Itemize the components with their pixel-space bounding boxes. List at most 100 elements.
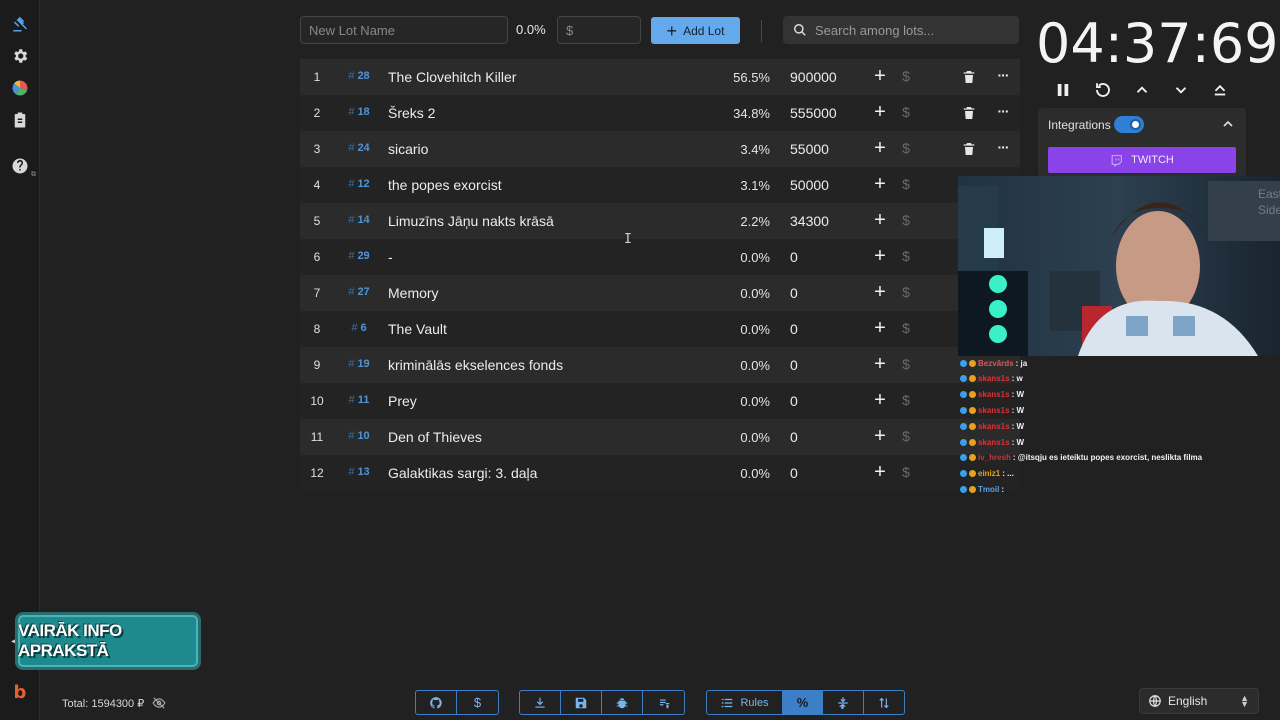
lot-amount[interactable]: 900000 xyxy=(790,69,837,85)
logo-icon[interactable]: b xyxy=(10,682,30,703)
svg-text:East: East xyxy=(1258,187,1280,201)
sort-icon[interactable] xyxy=(864,691,904,714)
save-icon[interactable] xyxy=(561,691,602,714)
gavel-icon[interactable] xyxy=(10,14,30,34)
lot-name[interactable]: kriminālās ekselences fonds xyxy=(388,357,563,373)
ellipsis-icon[interactable]: ··· xyxy=(994,139,1012,157)
trash-icon[interactable] xyxy=(961,141,977,157)
search-box[interactable] xyxy=(783,16,1019,44)
twitch-button[interactable]: TWITCH xyxy=(1048,147,1236,173)
lot-id[interactable]: #29 xyxy=(340,250,378,262)
github-icon[interactable] xyxy=(416,691,457,714)
lot-name[interactable]: Limuzīns Jāņu nakts krāsā xyxy=(388,213,554,229)
lot-amount[interactable]: 0 xyxy=(790,357,798,373)
lot-amount[interactable]: 555000 xyxy=(790,105,837,121)
lot-name[interactable]: Galaktikas sargi: 3. daļa xyxy=(388,465,537,481)
lot-amount[interactable]: 34300 xyxy=(790,213,829,229)
plus-icon[interactable]: + xyxy=(870,353,890,377)
plus-icon[interactable]: + xyxy=(870,317,890,341)
dollar-icon[interactable]: $ xyxy=(898,320,914,336)
lot-amount[interactable]: 0 xyxy=(790,285,798,301)
lot-id[interactable]: #12 xyxy=(340,178,378,190)
lot-amount-input[interactable] xyxy=(557,16,641,44)
chevron-up-icon[interactable] xyxy=(1129,78,1155,102)
dollar-icon[interactable]: $ xyxy=(898,140,914,156)
lot-amount[interactable]: 0 xyxy=(790,393,798,409)
lot-id[interactable]: #24 xyxy=(340,142,378,154)
lot-name[interactable]: Den of Thieves xyxy=(388,429,482,445)
lot-name[interactable]: Šreks 2 xyxy=(388,105,435,121)
ellipsis-icon[interactable]: ··· xyxy=(994,67,1012,85)
language-select[interactable]: English ▲ ▼ xyxy=(1139,688,1259,714)
plus-icon[interactable]: + xyxy=(870,425,890,449)
dollar-icon[interactable]: $ xyxy=(898,284,914,300)
pause-icon[interactable] xyxy=(1050,78,1076,102)
plus-icon[interactable]: + xyxy=(870,461,890,485)
plus-icon[interactable]: + xyxy=(870,65,890,89)
lot-name[interactable]: sicario xyxy=(388,141,428,157)
dollar-icon[interactable]: $ xyxy=(898,176,914,192)
dollar-icon[interactable]: $ xyxy=(898,428,914,444)
lot-id[interactable]: #27 xyxy=(340,286,378,298)
lot-id[interactable]: #19 xyxy=(340,358,378,370)
clipboard-icon[interactable] xyxy=(10,110,30,130)
chevron-down-icon[interactable] xyxy=(1168,78,1194,102)
add-lot-button[interactable]: + Add Lot xyxy=(651,17,740,44)
plus-icon[interactable]: + xyxy=(870,173,890,197)
ellipsis-icon[interactable]: ··· xyxy=(994,103,1012,121)
plus-icon[interactable]: + xyxy=(870,209,890,233)
trash-icon[interactable] xyxy=(961,105,977,121)
lot-name[interactable]: - xyxy=(388,249,393,265)
plus-icon[interactable]: + xyxy=(870,281,890,305)
dollar-icon[interactable]: $ xyxy=(898,248,914,264)
clear-icon[interactable] xyxy=(643,691,684,714)
dollar-icon[interactable]: $ xyxy=(898,212,914,228)
dollar-icon[interactable]: $ xyxy=(898,104,914,120)
lot-amount[interactable]: 0 xyxy=(790,249,798,265)
chevron-up-icon[interactable] xyxy=(1220,116,1236,132)
lot-id[interactable]: #14 xyxy=(340,214,378,226)
lot-amount[interactable]: 50000 xyxy=(790,177,829,193)
lot-name[interactable]: the popes exorcist xyxy=(388,177,502,193)
lot-name[interactable]: The Vault xyxy=(388,321,447,337)
dollar-icon[interactable]: $ xyxy=(898,68,914,84)
pie-chart-icon[interactable] xyxy=(10,78,30,98)
lot-id[interactable]: #6 xyxy=(340,322,378,334)
search-input[interactable] xyxy=(815,22,1015,38)
compress-icon[interactable] xyxy=(823,691,864,714)
gear-icon[interactable] xyxy=(10,46,30,66)
integrations-toggle[interactable] xyxy=(1114,116,1144,133)
trash-icon[interactable] xyxy=(961,69,977,85)
plus-icon[interactable]: + xyxy=(870,101,890,125)
lot-name[interactable]: Prey xyxy=(388,393,417,409)
reset-icon[interactable] xyxy=(1090,78,1116,102)
lot-id[interactable]: #10 xyxy=(340,430,378,442)
download-icon[interactable] xyxy=(520,691,561,714)
lot-id[interactable]: #18 xyxy=(340,106,378,118)
rules-button[interactable]: Rules xyxy=(707,691,783,714)
plus-icon[interactable]: + xyxy=(870,245,890,269)
lot-amount[interactable]: 0 xyxy=(790,321,798,337)
lot-name[interactable]: Memory xyxy=(388,285,439,301)
help-icon[interactable] xyxy=(10,156,30,176)
eye-off-icon[interactable] xyxy=(152,696,166,710)
plus-icon[interactable]: + xyxy=(870,137,890,161)
lot-amount[interactable]: 0 xyxy=(790,429,798,445)
lot-id[interactable]: #13 xyxy=(340,466,378,478)
lot-amount[interactable]: 55000 xyxy=(790,141,829,157)
dollar-icon[interactable]: $ xyxy=(898,464,914,480)
percent-icon[interactable]: % xyxy=(783,691,823,714)
badge-icon xyxy=(969,454,976,462)
bug-icon[interactable] xyxy=(602,691,643,714)
lot-name-input[interactable] xyxy=(300,16,508,44)
eject-icon[interactable] xyxy=(1207,78,1233,102)
lot-row: 10 #11 Prey 0.0% 0 + $ xyxy=(300,383,1020,419)
donate-icon[interactable]: $ xyxy=(457,691,498,714)
lot-name[interactable]: The Clovehitch Killer xyxy=(388,69,516,85)
dollar-icon[interactable]: $ xyxy=(898,392,914,408)
dollar-icon[interactable]: $ xyxy=(898,356,914,372)
lot-amount[interactable]: 0 xyxy=(790,465,798,481)
lot-id[interactable]: #28 xyxy=(340,70,378,82)
lot-id[interactable]: #11 xyxy=(340,394,378,406)
plus-icon[interactable]: + xyxy=(870,389,890,413)
